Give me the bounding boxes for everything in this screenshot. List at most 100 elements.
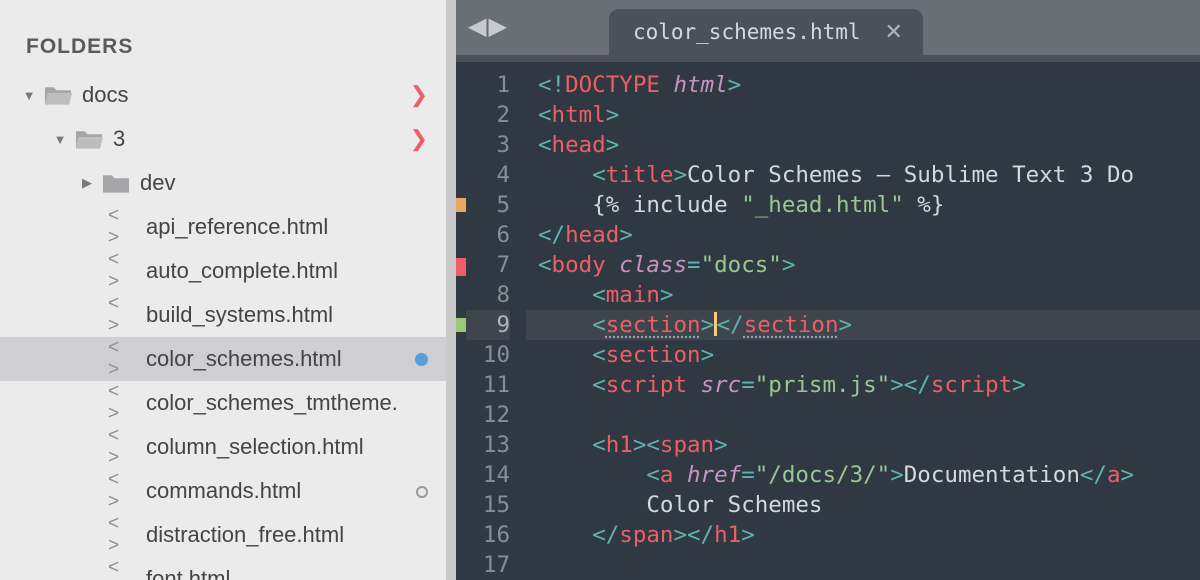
code-line[interactable]: <main> — [526, 280, 1200, 310]
vcs-modified-icon: ❯ — [410, 126, 428, 152]
line-number[interactable]: 1 — [466, 70, 510, 100]
line-number[interactable]: 4 — [466, 160, 510, 190]
tree-label: column_selection.html — [146, 434, 364, 460]
token: > — [890, 462, 904, 488]
code-file-icon: < > — [108, 381, 136, 425]
token: < — [538, 132, 552, 158]
token: > — [1012, 372, 1026, 398]
file-row[interactable]: < >api_reference.html — [0, 205, 446, 249]
line-number[interactable]: 3 — [466, 130, 510, 160]
token: >< — [633, 432, 660, 458]
folder-row-dev[interactable]: ▶dev — [0, 161, 446, 205]
file-row[interactable]: < >font.html — [0, 557, 446, 580]
line-number[interactable]: 6 — [466, 220, 510, 250]
token: > — [839, 312, 853, 338]
tree-label: build_systems.html — [146, 302, 333, 328]
code-file-icon: < > — [108, 425, 136, 469]
token: html — [552, 102, 606, 128]
code-line[interactable]: {% include "_head.html" %} — [526, 190, 1200, 220]
code-area[interactable]: 1234567891011121314151617 <!DOCTYPE html… — [456, 62, 1200, 580]
tree-label: distraction_free.html — [146, 522, 344, 548]
token: = — [687, 252, 701, 278]
token: head — [565, 222, 619, 248]
token — [538, 372, 592, 398]
token: > — [741, 522, 755, 548]
line-number[interactable]: 9 — [466, 310, 510, 340]
token: < — [592, 162, 606, 188]
line-number[interactable]: 2 — [466, 100, 510, 130]
tree-label: auto_complete.html — [146, 258, 338, 284]
token: Color Schemes – Sublime Text 3 Do — [687, 162, 1134, 188]
code-line[interactable]: Color Schemes — [526, 490, 1200, 520]
code-line[interactable]: <title>Color Schemes – Sublime Text 3 Do — [526, 160, 1200, 190]
code-line[interactable]: <section> — [526, 340, 1200, 370]
line-number[interactable]: 15 — [466, 490, 510, 520]
token: Documentation — [904, 462, 1080, 488]
code-line[interactable]: <script src="prism.js"></script> — [526, 370, 1200, 400]
token: < — [592, 342, 606, 368]
gutter-vcs-marks — [456, 62, 466, 580]
token: body — [552, 252, 620, 278]
token: = — [741, 372, 755, 398]
tree-label: docs — [82, 82, 128, 108]
file-row[interactable]: < >distraction_free.html — [0, 513, 446, 557]
token: a — [1107, 462, 1121, 488]
chevron-down-icon[interactable]: ▼ — [51, 132, 69, 147]
tree-label: 3 — [113, 126, 125, 152]
folder-tree: ▼docs❯▼3❯▶dev< >api_reference.html< >aut… — [0, 73, 446, 580]
folder-row-3[interactable]: ▼ 3 ❯ — [0, 117, 446, 161]
chevron-right-icon[interactable]: ▶ — [78, 175, 96, 191]
line-number[interactable]: 13 — [466, 430, 510, 460]
tab-strip-shadow — [456, 55, 1200, 62]
code-line[interactable]: <a href="/docs/3/">Documentation</a> — [526, 460, 1200, 490]
pane-splitter[interactable] — [447, 0, 456, 580]
code-line[interactable]: </head> — [526, 220, 1200, 250]
code-line[interactable] — [526, 400, 1200, 430]
code-text[interactable]: <!DOCTYPE html><html><head> <title>Color… — [526, 62, 1200, 580]
file-row[interactable]: < >color_schemes.html — [0, 337, 446, 381]
line-number[interactable]: 7 — [466, 250, 510, 280]
token: < — [592, 372, 606, 398]
line-number[interactable]: 17 — [466, 550, 510, 580]
file-row[interactable]: < > column_selection.html — [0, 425, 446, 469]
line-number[interactable]: 16 — [466, 520, 510, 550]
file-row[interactable]: < >commands.html — [0, 469, 446, 513]
token: > — [728, 72, 742, 98]
token: < — [538, 252, 552, 278]
nav-forward-icon[interactable]: ▶ — [488, 12, 506, 41]
line-number[interactable]: 14 — [466, 460, 510, 490]
line-number[interactable]: 10 — [466, 340, 510, 370]
close-icon[interactable]: ✕ — [885, 19, 903, 45]
code-line[interactable]: <head> — [526, 130, 1200, 160]
code-line[interactable]: <h1><span> — [526, 430, 1200, 460]
file-row[interactable]: < >build_systems.html — [0, 293, 446, 337]
token: script — [606, 372, 701, 398]
token — [538, 312, 592, 338]
tab-active[interactable]: color_schemes.html ✕ — [609, 9, 923, 55]
code-line[interactable]: <html> — [526, 100, 1200, 130]
nav-back-icon[interactable]: ◀ — [468, 12, 486, 41]
line-number[interactable]: 11 — [466, 370, 510, 400]
file-row[interactable]: < >auto_complete.html — [0, 249, 446, 293]
code-line[interactable]: <body class="docs"> — [526, 250, 1200, 280]
code-file-icon: < > — [108, 337, 136, 381]
line-number-gutter[interactable]: 1234567891011121314151617 — [466, 62, 526, 580]
gutter-red-mark — [456, 258, 466, 276]
token: "prism.js" — [755, 372, 890, 398]
tree-label: api_reference.html — [146, 214, 328, 240]
folder-row-docs[interactable]: ▼docs❯ — [0, 73, 446, 117]
token: class — [619, 252, 687, 278]
line-number[interactable]: 5 — [466, 190, 510, 220]
code-line[interactable]: <section></section> — [526, 310, 1200, 340]
code-line[interactable]: </span></h1> — [526, 520, 1200, 550]
token: > — [782, 252, 796, 278]
line-number[interactable]: 12 — [466, 400, 510, 430]
token: head — [552, 132, 606, 158]
token: ></ — [673, 522, 714, 548]
line-number[interactable]: 8 — [466, 280, 510, 310]
chevron-down-icon[interactable]: ▼ — [20, 88, 38, 103]
code-line[interactable]: <!DOCTYPE html> — [526, 70, 1200, 100]
vcs-untracked-icon — [416, 478, 428, 504]
file-row[interactable]: < >color_schemes_tmtheme. — [0, 381, 446, 425]
code-line[interactable] — [526, 550, 1200, 580]
